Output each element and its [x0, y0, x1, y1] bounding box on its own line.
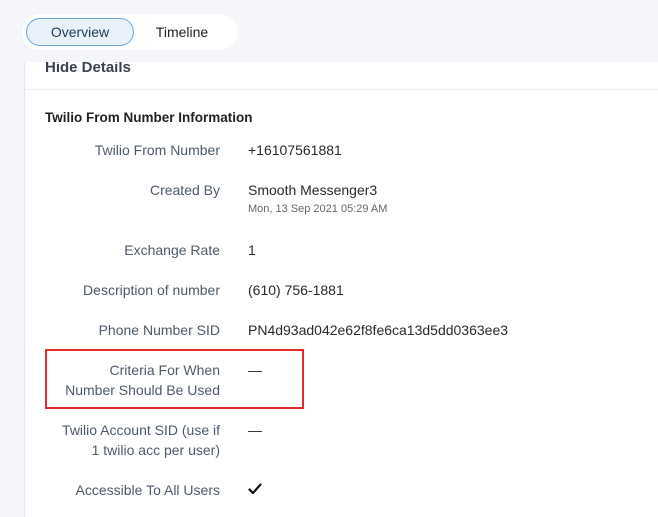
tab-overview[interactable]: Overview — [26, 18, 134, 46]
divider — [25, 89, 658, 90]
tab-timeline[interactable]: Timeline — [134, 18, 230, 46]
field-label: Description of number — [83, 282, 220, 298]
field-value: +16107561881 — [248, 142, 342, 158]
field-value-empty: — — [248, 422, 262, 438]
label-line-1: Twilio Account SID (use if — [62, 422, 220, 438]
field-value: 1 — [248, 242, 256, 258]
field-value: Smooth Messenger3 Mon, 13 Sep 2021 05:29… — [248, 180, 387, 216]
field-value: PN4d93ad042e62f8fe6ca13d5dd0363ee3 — [248, 322, 509, 338]
label-line-2: 1 twilio acc per user) — [91, 442, 220, 458]
checkmark-icon — [248, 480, 262, 495]
field-value: (610) 756-1881 — [248, 282, 344, 298]
field-label: Accessible To All Users — [75, 482, 220, 498]
field-label: Created By — [149, 182, 220, 198]
highlight-box — [45, 349, 304, 409]
section-title: Twilio From Number Information — [45, 110, 253, 125]
created-by-name[interactable]: Smooth Messenger3 — [248, 182, 377, 198]
field-label: Exchange Rate — [124, 242, 220, 258]
field-label: Twilio From Number — [94, 142, 220, 158]
tab-group: Overview Timeline — [22, 14, 238, 50]
tab-bar: Overview Timeline — [0, 0, 658, 62]
field-label: Twilio Account SID (use if 1 twilio acc … — [30, 420, 220, 460]
created-timestamp: Mon, 13 Sep 2021 05:29 AM — [248, 203, 388, 215]
field-label: Phone Number SID — [98, 322, 220, 338]
details-panel: Hide Details Twilio From Number Informat… — [24, 56, 658, 517]
